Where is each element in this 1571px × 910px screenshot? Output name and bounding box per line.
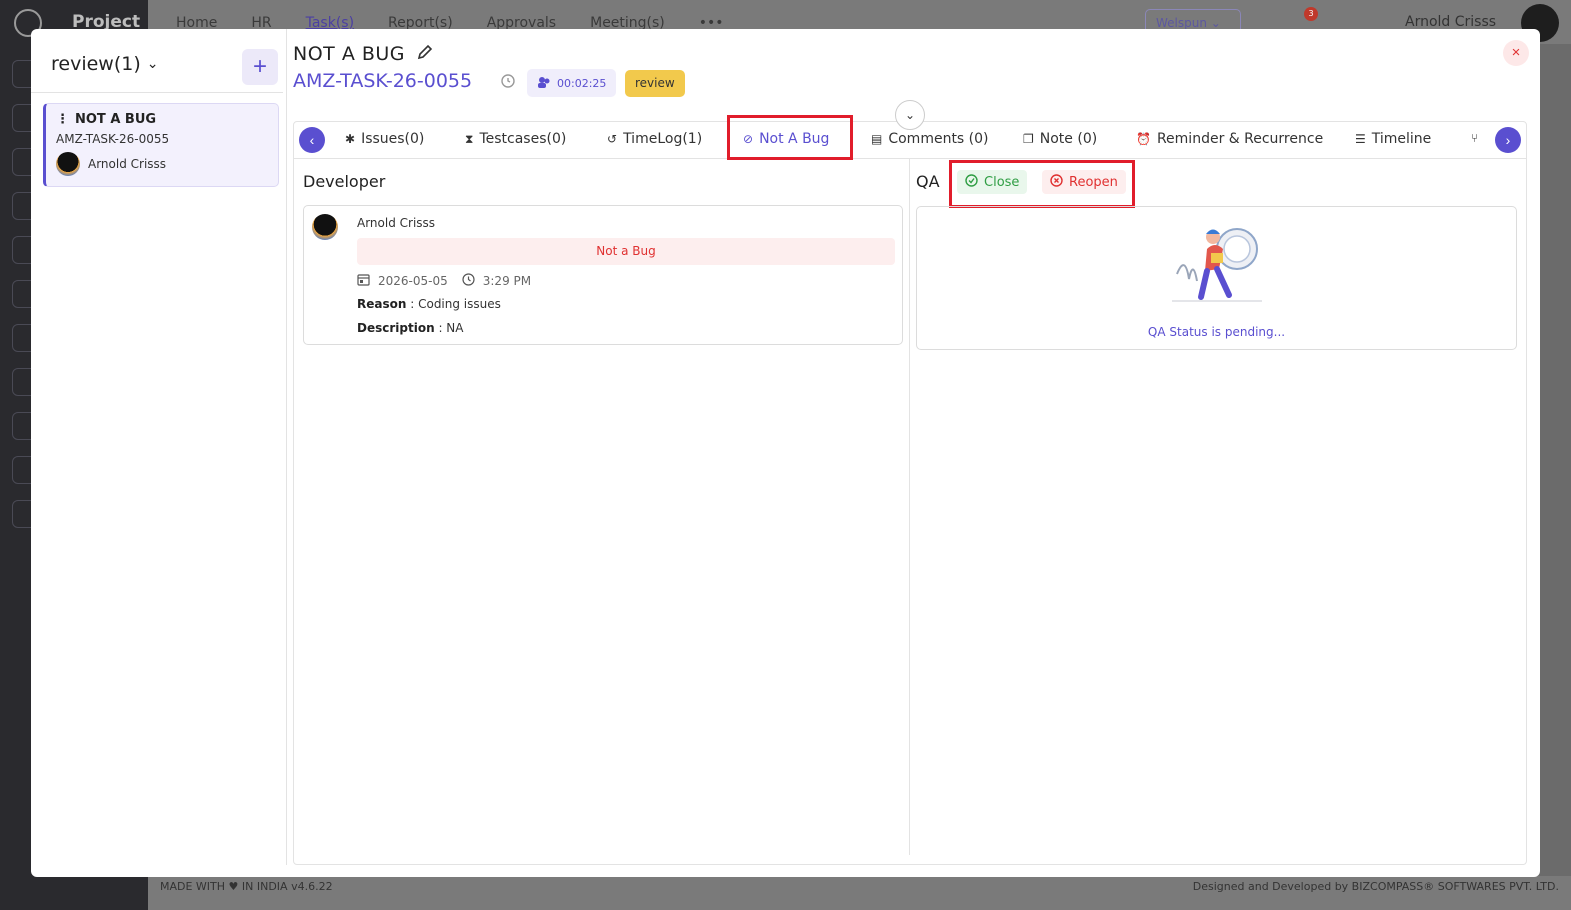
tab-issues[interactable]: ✱ Issues(0) (345, 131, 424, 147)
developer-name: Arnold Crisss (357, 216, 436, 230)
description-row: Description : NA (357, 321, 464, 335)
user-name: Arnold Crisss (1405, 14, 1497, 30)
history-icon: ↺ (607, 132, 618, 146)
ban-icon: ⊘ (743, 132, 754, 146)
chevron-down-icon: ⌄ (146, 56, 159, 72)
comment-icon: ▤ (871, 132, 883, 146)
check-circle-icon (965, 173, 978, 191)
avatar (56, 152, 80, 176)
close-modal-button[interactable]: × (1503, 40, 1529, 66)
qa-close-label: Close (984, 174, 1020, 190)
timeline-icon: ☰ (1355, 132, 1366, 146)
task-card-title-row: ⋮ NOT A BUG (56, 112, 268, 127)
footer-designed-by: Designed and Developed by BIZCOMPASS® SO… (1192, 880, 1559, 893)
notification-badge: 3 (1304, 7, 1318, 21)
timer-badge[interactable]: 00:02:25 (527, 69, 617, 97)
flow-icon: ⑂ (1471, 131, 1479, 145)
tab-issues-label: Issues(0) (361, 131, 425, 147)
task-card-id: AMZ-TASK-26-0055 (56, 132, 170, 146)
pencil-icon[interactable] (417, 44, 433, 64)
developer-section-title: Developer (303, 172, 386, 191)
tab-timelog-label: TimeLog(1) (623, 131, 703, 147)
developer-card: Arnold Crisss Not a Bug 2026-05-05 3:29 … (303, 205, 903, 345)
tab-timeline-label: Timeline (1371, 131, 1432, 147)
app-footer: MADE WITH ♥ IN INDIA v4.6.22 Designed an… (148, 876, 1571, 910)
not-a-bug-verdict: Not a Bug (357, 238, 895, 265)
calendar-icon (357, 273, 370, 289)
alarm-clock-icon[interactable] (499, 71, 517, 93)
alarm-icon: ⏰ (1136, 132, 1151, 146)
task-detail-modal: review(1) ⌄ + ⋮ NOT A BUG AMZ-TASK-26-00… (31, 29, 1540, 877)
task-title-text: NOT A BUG (293, 43, 406, 65)
footer-made-in: MADE WITH ♥ IN INDIA v4.6.22 (160, 880, 333, 893)
status-filter-label: review(1) (51, 53, 141, 75)
qa-reopen-label: Reopen (1069, 174, 1118, 190)
qa-close-button[interactable]: Close (957, 170, 1028, 194)
x-circle-icon (1050, 173, 1063, 191)
reason-value: : Coding issues (410, 297, 501, 311)
tab-comments-label: Comments (0) (888, 131, 989, 147)
divider (31, 92, 283, 93)
tab-testcases-label: Testcases(0) (479, 131, 567, 147)
task-list-panel: review(1) ⌄ + ⋮ NOT A BUG AMZ-TASK-26-00… (31, 29, 287, 865)
task-list-item[interactable]: ⋮ NOT A BUG AMZ-TASK-26-0055 Arnold Cris… (43, 103, 279, 187)
task-card-assignee: Arnold Crisss (56, 152, 268, 176)
page-title: NOT A BUG (293, 43, 433, 65)
qa-section-title: QA (916, 172, 940, 191)
qa-reopen-button[interactable]: Reopen (1042, 170, 1126, 194)
users-icon (537, 76, 551, 91)
tab-reminder[interactable]: ⏰ Reminder & Recurrence (1136, 131, 1323, 147)
tab-note[interactable]: ❐ Note (0) (1023, 131, 1097, 147)
column-divider (909, 159, 910, 855)
tab-scroll-left-button[interactable]: ‹ (299, 127, 325, 153)
tab-timeline[interactable]: ☰ Timeline (1355, 131, 1431, 147)
qa-pending-text: QA Status is pending... (1147, 325, 1286, 339)
drag-handle-icon[interactable]: ⋮ (56, 112, 69, 127)
reason-label: Reason (357, 297, 407, 311)
tab-comments[interactable]: ▤ Comments (0) (871, 131, 989, 147)
qa-pending-illustration (1172, 228, 1262, 302)
developer-date: 2026-05-05 (378, 274, 448, 288)
tab-scroll-right-button[interactable]: › (1495, 127, 1521, 153)
reason-row: Reason : Coding issues (357, 297, 501, 311)
clock-icon (462, 273, 475, 289)
tab-timelog[interactable]: ↺ TimeLog(1) (607, 131, 702, 147)
tab-not-a-bug[interactable]: ⊘ Not A Bug (743, 131, 829, 147)
add-task-button[interactable]: + (242, 49, 278, 85)
timer-value: 00:02:25 (557, 76, 607, 90)
developer-time: 3:29 PM (482, 274, 532, 288)
company-name: Welspun (1156, 16, 1207, 30)
status-badge: review (625, 70, 685, 97)
collapse-header-button[interactable]: ⌄ (895, 100, 925, 130)
tab-note-label: Note (0) (1039, 131, 1098, 147)
developer-timestamp: 2026-05-05 3:29 PM (357, 273, 531, 289)
note-icon: ❐ (1023, 132, 1034, 146)
bug-icon: ✱ (345, 132, 356, 146)
status-filter-dropdown[interactable]: review(1) ⌄ (51, 53, 158, 75)
tab-reminder-label: Reminder & Recurrence (1156, 131, 1324, 147)
description-value: : NA (438, 321, 464, 335)
task-card-title: NOT A BUG (75, 112, 157, 127)
tab-testcases[interactable]: ⧗ Testcases(0) (465, 131, 566, 147)
avatar (312, 214, 338, 240)
description-label: Description (357, 321, 435, 335)
tab-not-a-bug-label: Not A Bug (759, 131, 830, 147)
tab-flow[interactable]: ⑂ (1471, 131, 1478, 145)
qa-status-card: QA Status is pending... (916, 206, 1517, 350)
hourglass-icon: ⧗ (465, 131, 474, 146)
task-card-assignee-name: Arnold Crisss (88, 157, 167, 171)
task-id-link[interactable]: AMZ-TASK-26-0055 (293, 70, 472, 92)
